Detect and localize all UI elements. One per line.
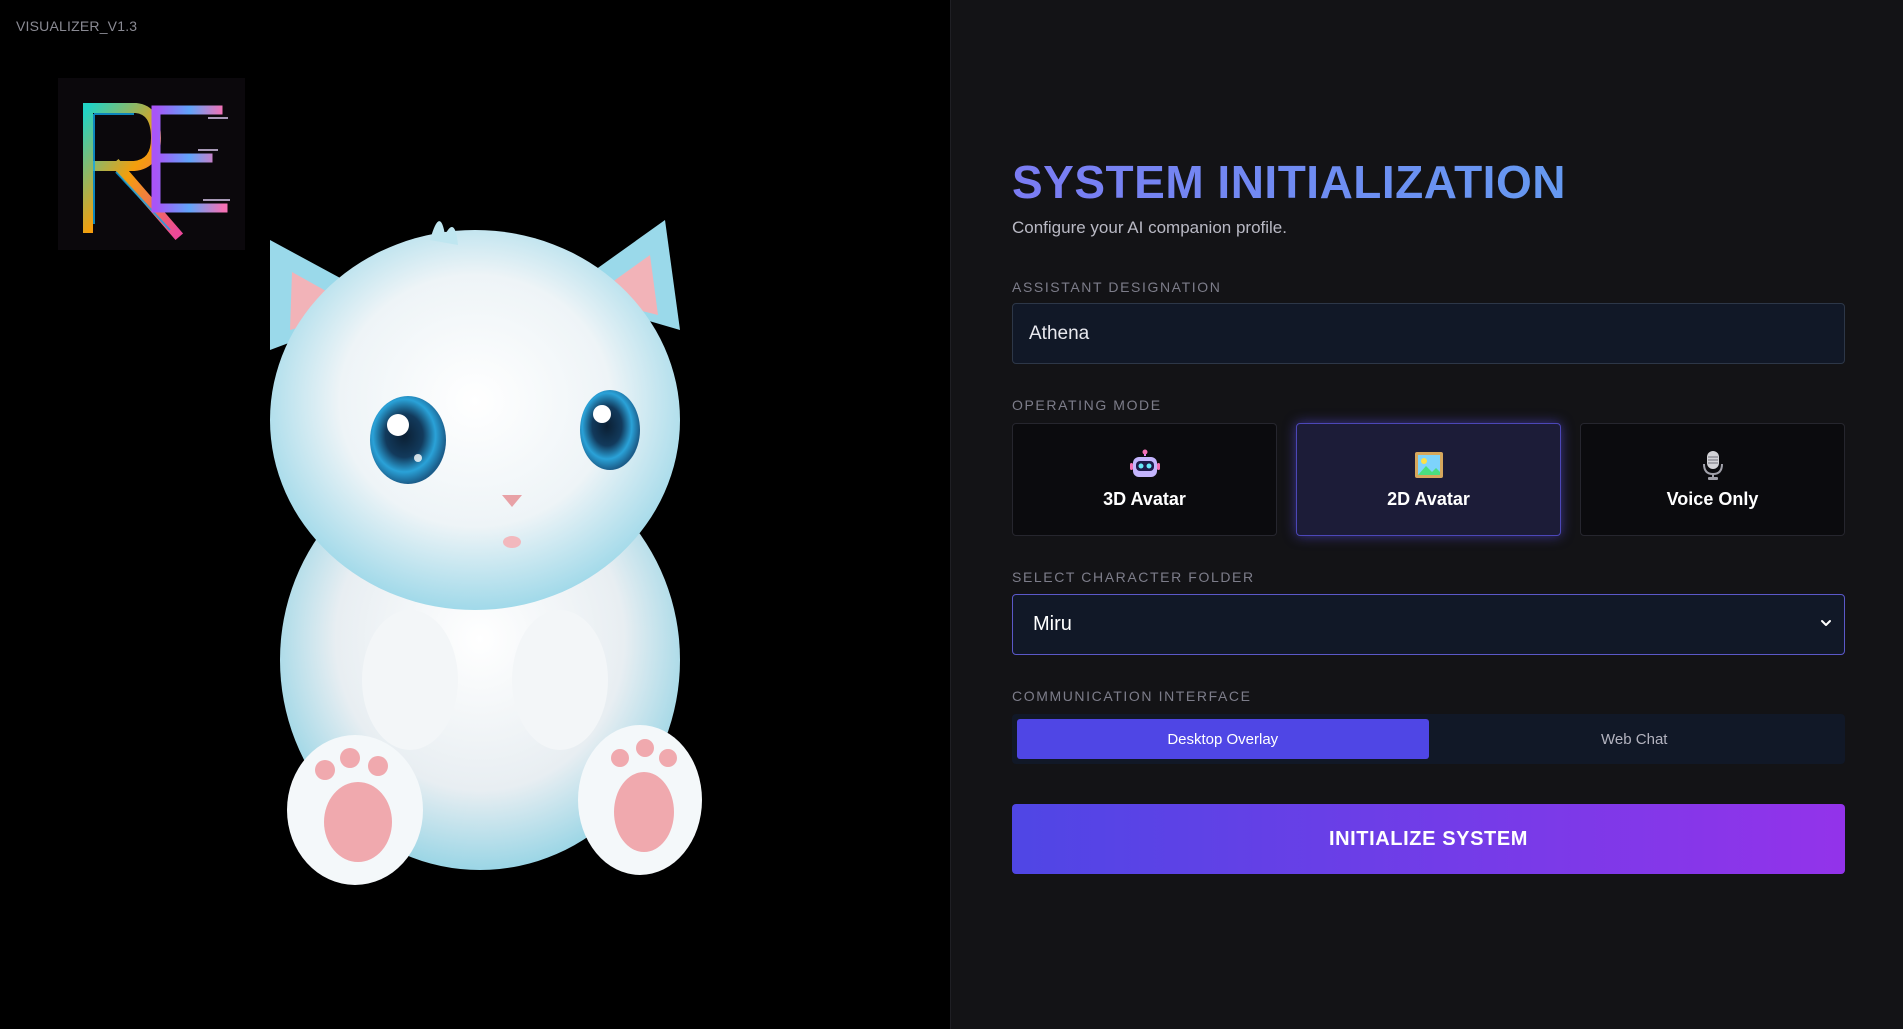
character-folder-label: SELECT CHARACTER FOLDER — [1012, 569, 1255, 585]
mode-3d-avatar-label: 3D Avatar — [1103, 489, 1186, 509]
page-title: SYSTEM INITIALIZATION — [1012, 150, 1845, 214]
mode-2d-avatar-label: 2D Avatar — [1387, 489, 1470, 509]
robot-icon — [1129, 449, 1161, 481]
config-panel: SYSTEM INITIALIZATION Configure your AI … — [951, 0, 1903, 1029]
communication-interface-toggle: Desktop Overlay Web Chat — [1012, 714, 1845, 764]
cat-mascot-icon — [240, 210, 720, 890]
mode-3d-avatar-button[interactable]: 3D Avatar — [1012, 423, 1277, 536]
init-form: SYSTEM INITIALIZATION Configure your AI … — [1012, 150, 1845, 874]
interface-web-chat-option[interactable]: Web Chat — [1429, 719, 1841, 759]
character-folder-value: Miru — [1012, 594, 1845, 655]
version-label: VISUALIZER_V1.3 — [16, 18, 138, 34]
operating-mode-label: OPERATING MODE — [1012, 397, 1162, 413]
chevron-down-icon — [1821, 620, 1831, 626]
communication-interface-label: COMMUNICATION INTERFACE — [1012, 688, 1252, 704]
initialize-system-button[interactable]: INITIALIZE SYSTEM — [1012, 804, 1845, 874]
mode-2d-avatar-button[interactable]: 2D Avatar — [1296, 423, 1561, 536]
visualizer-panel: VISUALIZER_V1.3 — [0, 0, 951, 1029]
mode-voice-only-button[interactable]: Voice Only — [1580, 423, 1845, 536]
re-glitch-logo-icon: RE — [58, 78, 245, 250]
app-window: VISUALIZER_V1.3 SYSTEM INITIALIZATION Co… — [0, 0, 1903, 1029]
operating-mode-options: 3D Avatar 2D Avatar Voice Only — [1012, 423, 1845, 536]
designation-input[interactable] — [1012, 303, 1845, 364]
mode-voice-only-label: Voice Only — [1666, 489, 1759, 509]
microphone-icon — [1697, 449, 1729, 481]
interface-desktop-overlay-option[interactable]: Desktop Overlay — [1017, 719, 1429, 759]
designation-label: ASSISTANT DESIGNATION — [1012, 279, 1222, 295]
page-subtitle: Configure your AI companion profile. — [1012, 218, 1287, 237]
character-folder-select[interactable]: Miru — [1012, 594, 1845, 655]
picture-icon — [1413, 449, 1445, 481]
